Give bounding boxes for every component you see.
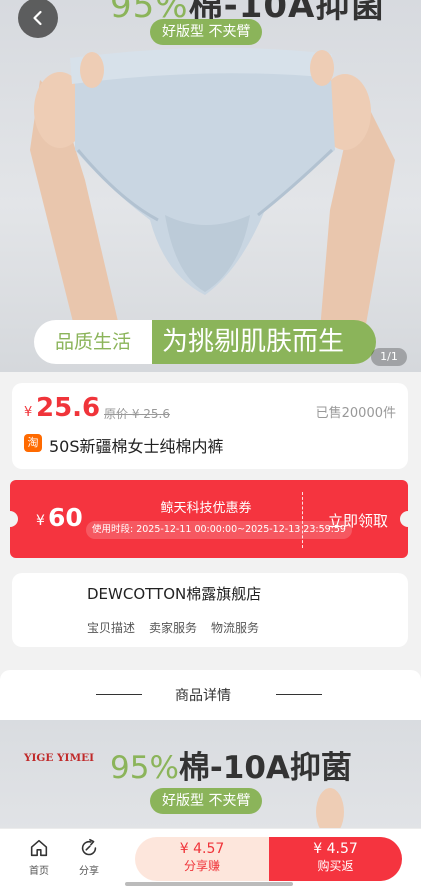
detail-image: YIGE YIMEI 95%棉-10A抑菌 好版型 不夹臂: [0, 720, 421, 830]
product-hero-image[interactable]: 95%棉-10A抑菌 好版型 不夹臂 品质生活 为挑剔肌肤而生 1/1: [0, 0, 421, 372]
claim-coupon-button[interactable]: 立即领取: [328, 510, 388, 531]
share-earn-button[interactable]: ¥ 4.57 分享赚: [135, 837, 269, 881]
home-icon: [30, 839, 48, 857]
hand-photo-fragment: [316, 788, 344, 830]
store-ratings: 宝贝描述 卖家服务 物流服务: [87, 619, 259, 636]
product-detail-page: 95%棉-10A抑菌 好版型 不夹臂 品质生活 为挑剔肌肤而生 1/1 ¥ 25…: [0, 0, 421, 887]
brand-logo: YIGE YIMEI: [24, 752, 94, 764]
slogan-left: 品质生活: [34, 320, 152, 364]
detail-feature-pill: 好版型 不夹臂: [150, 788, 263, 814]
share-icon: [81, 838, 97, 856]
store-name: DEWCOTTON棉露旗舰店: [87, 585, 262, 603]
coupon-notch-right: [400, 511, 408, 527]
price-card: ¥ 25.6 原价 ¥ 25.6 已售20000件 淘 50S新疆棉女士纯棉内裤: [12, 383, 408, 469]
detail-header-title: 商品详情: [175, 688, 231, 704]
detail-section-header: 商品详情: [0, 670, 421, 720]
original-price: 原价 ¥ 25.6: [104, 407, 170, 421]
bottom-action-bar: 首页 分享 ¥ 4.57 分享赚 ¥ 4.57 购买返: [0, 828, 421, 887]
product-photo: [30, 47, 395, 330]
slogan-right: 为挑剔肌肤而生: [152, 320, 376, 364]
coupon-currency: ¥: [36, 513, 45, 529]
coupon-card[interactable]: ¥ 60 鲸天科技优惠券 使用时段: 2025-12-11 00:00:00~2…: [10, 480, 408, 558]
home-label: 首页: [29, 866, 49, 877]
home-indicator: [125, 882, 293, 886]
coupon-divider: [302, 492, 303, 548]
coupon-name: 鲸天科技优惠券: [160, 501, 252, 516]
taobao-icon: 淘: [24, 434, 42, 452]
share-label: 分享: [79, 866, 99, 877]
share-nav[interactable]: 分享: [69, 837, 109, 877]
current-price: 25.6: [36, 393, 101, 423]
store-tag-description: 宝贝描述: [87, 621, 136, 635]
hero-slogan-banner: 品质生活 为挑剔肌肤而生: [34, 320, 376, 364]
store-card[interactable]: DEWCOTTON棉露旗舰店 宝贝描述 卖家服务 物流服务: [12, 573, 408, 647]
home-nav[interactable]: 首页: [19, 837, 59, 877]
chevron-left-icon: [33, 10, 42, 26]
share-earn-price: ¥ 4.57: [179, 841, 225, 857]
price-currency: ¥: [24, 405, 33, 420]
buy-rebate-price: ¥ 4.57: [313, 841, 358, 857]
detail-headline: 95%棉-10A抑菌: [110, 750, 352, 786]
share-earn-label: 分享赚: [183, 859, 220, 873]
coupon-amount: 60: [48, 503, 83, 532]
product-title: 50S新疆棉女士纯棉内裤: [49, 437, 224, 456]
buy-rebate-button[interactable]: ¥ 4.57 购买返: [269, 837, 402, 881]
divider-right: [276, 694, 322, 695]
sold-count: 已售20000件: [315, 406, 396, 421]
buy-rebate-label: 购买返: [317, 859, 354, 873]
store-tag-service: 卖家服务: [149, 621, 198, 635]
divider-left: [96, 694, 142, 695]
image-pager: 1/1: [371, 348, 407, 366]
coupon-validity: 使用时段: 2025-12-11 00:00:00~2025-12-13 23:…: [86, 521, 352, 539]
coupon-notch-left: [10, 511, 18, 527]
store-tag-logistics: 物流服务: [211, 621, 260, 635]
